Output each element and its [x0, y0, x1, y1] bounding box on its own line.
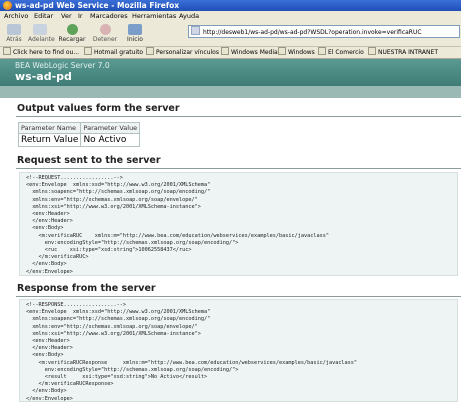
menu-ayuda[interactable]: Ayuda — [179, 11, 199, 22]
forward-button[interactable]: Adelante — [28, 23, 55, 45]
home-button[interactable]: Inicio — [122, 23, 148, 45]
code-line: <ruc xsi:type="xsd:string">10062558437</… — [26, 247, 192, 254]
bookmark-icon — [318, 47, 326, 55]
code-line: env:encodingStyle="http://schemas.xmlsoa… — [26, 239, 239, 246]
output-heading: Output values form the server — [17, 103, 180, 114]
output-divider — [16, 116, 461, 117]
code-line: <env:Header> — [26, 338, 70, 345]
code-line: </env:Header> — [26, 218, 73, 225]
window-titlebar: ws-ad-pd Web Service - Mozilla Firefox — [0, 0, 461, 11]
code-line: xmlns:env="http://schemas.xmlsoap.org/so… — [26, 196, 198, 203]
code-line: <result xsi:type="xsd:string">No Activo<… — [26, 374, 208, 381]
page-icon — [191, 26, 200, 35]
stop-button[interactable]: Detener — [91, 23, 119, 45]
code-line: <env:Header> — [26, 211, 70, 218]
code-line: xmlns:xsi="http://www.w3.org/2001/XMLSch… — [26, 203, 201, 210]
forward-arrow-icon — [33, 24, 47, 35]
code-line: xmlns:soapenc="http://schemas.xmlsoap.or… — [26, 189, 211, 196]
bookmark-item[interactable]: Windows Media — [221, 47, 278, 58]
reload-icon — [66, 24, 78, 35]
bookmark-icon — [368, 47, 376, 55]
output-table: Parameter Name Parameter Value Return Va… — [17, 122, 141, 147]
address-bar[interactable]: http://desweb1/ws-ad-pd/ws-ad-pd?WSDL?op… — [188, 25, 460, 38]
menu-editar[interactable]: Editar — [34, 11, 53, 22]
code-line: </m:verificaRUCResponse> — [26, 381, 114, 388]
code-line: </env:Header> — [26, 345, 73, 352]
code-line: </m:verificaRUC> — [26, 254, 89, 261]
code-line: <env:Body> — [26, 225, 64, 232]
menu-ir[interactable]: Ir — [78, 11, 83, 22]
bookmark-item[interactable]: El Comercio — [318, 47, 364, 58]
home-icon — [128, 24, 142, 35]
request-xml: <!--REQUEST.................--> <env:Env… — [20, 173, 457, 276]
bookmark-icon — [278, 47, 286, 55]
code-line: <env:Envelope xmlns:xsd="http://www.w3.o… — [26, 182, 211, 189]
code-line: <env:Envelope xmlns:xsd="http://www.w3.o… — [26, 309, 211, 316]
header-subtitle: BEA WebLogic Server 7.0 — [15, 61, 110, 70]
code-line: xmlns:env="http://schemas.xmlsoap.org/so… — [26, 323, 198, 330]
menu-herramientas[interactable]: Herramientas — [132, 11, 176, 22]
bookmark-item[interactable]: Click here to find ou... — [3, 47, 79, 58]
menu-marcadores[interactable]: Marcadores — [90, 11, 128, 22]
request-code-box: <!--REQUEST.................--> <env:Env… — [19, 172, 458, 276]
code-line: <m:verificaRUC xmlns:m="http://www.bea.c… — [26, 232, 329, 239]
menu-ver[interactable]: Ver — [61, 11, 72, 22]
code-line: env:encodingStyle="http://schemas.xmlsoa… — [26, 366, 239, 373]
navigation-toolbar: Atrás Adelante Recargar Detener Inicio h… — [0, 22, 461, 47]
code-line: <env:Body> — [26, 352, 64, 359]
code-line: xmlns:soapenc="http://schemas.xmlsoap.or… — [26, 316, 211, 323]
address-url: http://desweb1/ws-ad-pd/ws-ad-pd?WSDL?op… — [203, 29, 422, 36]
column-header: Parameter Value — [80, 122, 141, 134]
table-header-row: Parameter Name Parameter Value — [17, 122, 141, 134]
menu-archivo[interactable]: Archivo — [4, 11, 28, 22]
header-band — [0, 86, 461, 98]
response-divider — [16, 296, 461, 297]
response-heading: Response from the server — [17, 283, 156, 294]
back-button[interactable]: Atrás — [2, 23, 26, 45]
back-arrow-icon — [7, 24, 21, 35]
request-heading: Request sent to the server — [17, 155, 161, 166]
parameter-name: Return Value — [17, 133, 82, 147]
request-divider — [16, 168, 461, 169]
parameter-value: No Activo — [80, 133, 141, 147]
bookmark-item[interactable]: Hotmail gratuito — [84, 47, 143, 58]
reload-button[interactable]: Recargar — [55, 23, 89, 45]
code-line: <!--REQUEST.................--> — [26, 175, 123, 181]
code-line: </env:Envelope> — [26, 395, 73, 402]
code-line: <!--RESPONSE.................--> — [26, 302, 126, 308]
response-xml: <!--RESPONSE.................--> <env:En… — [20, 300, 457, 403]
bookmark-icon — [84, 47, 92, 55]
bookmark-item[interactable]: Windows — [278, 47, 315, 58]
code-line: xmlns:xsi="http://www.w3.org/2001/XMLSch… — [26, 330, 201, 337]
code-line: </env:Body> — [26, 388, 67, 395]
code-line: <m:verificaRUCResponse xmlns:m="http://w… — [26, 359, 358, 366]
weblogic-header: BEA WebLogic Server 7.0 ws-ad-pd — [0, 59, 461, 86]
bookmarks-toolbar: Click here to find ou... Hotmail gratuit… — [0, 47, 461, 59]
response-code-box: <!--RESPONSE.................--> <env:En… — [19, 299, 458, 402]
code-line: </env:Body> — [26, 261, 67, 268]
table-row: Return Value No Activo — [17, 133, 141, 147]
menu-bar: Archivo Editar Ver Ir Marcadores Herrami… — [0, 11, 461, 22]
bookmark-item[interactable]: Personalizar vínculos — [146, 47, 219, 58]
column-header: Parameter Name — [17, 122, 82, 134]
header-title: ws-ad-pd — [15, 70, 72, 83]
bookmark-icon — [221, 47, 229, 55]
code-line: </env:Envelope> — [26, 268, 73, 275]
bookmark-icon — [3, 47, 11, 55]
stop-icon — [99, 24, 111, 35]
bookmark-icon — [146, 47, 154, 55]
bookmark-item[interactable]: NUESTRA INTRANET — [368, 47, 438, 58]
firefox-icon — [3, 1, 12, 10]
window-title: ws-ad-pd Web Service - Mozilla Firefox — [15, 1, 180, 10]
